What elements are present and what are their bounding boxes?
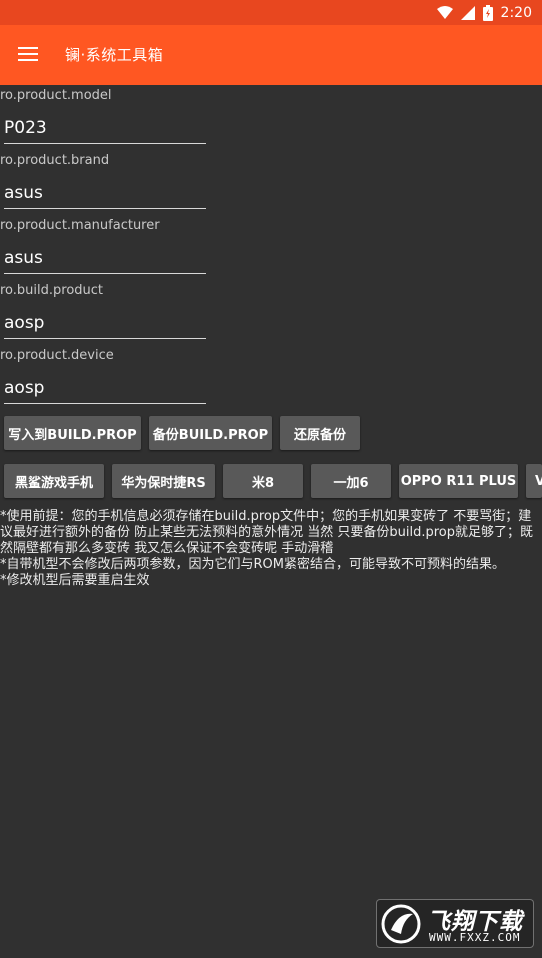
field-label: ro.product.manufacturer bbox=[0, 218, 160, 233]
preset-oppo-r11-plus-button[interactable]: OPPO R11 PLUS bbox=[399, 464, 518, 498]
preset-blackshark-button[interactable]: 黑鲨游戏手机 bbox=[4, 464, 104, 498]
battery-icon bbox=[482, 5, 493, 21]
field-label: ro.product.model bbox=[0, 88, 112, 103]
status-icons: 2:20 bbox=[436, 3, 532, 23]
field-label: ro.product.brand bbox=[0, 153, 110, 168]
preset-v-button[interactable]: V bbox=[526, 464, 542, 498]
field-label: ro.build.product bbox=[0, 283, 104, 298]
brand-input[interactable]: asus bbox=[4, 182, 206, 209]
app-title: 镧·系统工具箱 bbox=[65, 46, 164, 64]
preset-oneplus6-button[interactable]: 一加6 bbox=[311, 464, 391, 498]
signal-icon bbox=[460, 6, 475, 20]
manufacturer-input[interactable]: asus bbox=[4, 247, 206, 274]
status-time: 2:20 bbox=[500, 5, 532, 21]
wifi-icon bbox=[436, 6, 453, 19]
restore-backup-button[interactable]: 还原备份 bbox=[280, 416, 360, 450]
note-line-1: *使用前提：您的手机信息必须存储在build.prop文件中；您的手机如果变砖了… bbox=[0, 509, 534, 556]
preset-mi8-button[interactable]: 米8 bbox=[223, 464, 303, 498]
device-input[interactable]: aosp bbox=[4, 377, 206, 404]
fxxz-logo-icon bbox=[381, 904, 421, 944]
build-product-input[interactable]: aosp bbox=[4, 312, 206, 339]
note-line-2: *自带机型不会修改后两项参数，因为它们与ROM紧密结合，可能导致不可预料的结果。 bbox=[0, 557, 505, 572]
note-line-3: *修改机型后需要重启生效 bbox=[0, 573, 150, 588]
write-build-prop-button[interactable]: 写入到BUILD.PROP bbox=[4, 416, 141, 450]
backup-build-prop-button[interactable]: 备份BUILD.PROP bbox=[149, 416, 272, 450]
hamburger-menu-icon[interactable] bbox=[18, 46, 38, 62]
main-content: ro.product.model P023 ro.product.brand a… bbox=[0, 85, 542, 958]
model-input[interactable]: P023 bbox=[4, 117, 206, 144]
fxxz-watermark: 飞翔下载 WWW.FXXZ.COM bbox=[376, 899, 534, 948]
app-bar: 镧·系统工具箱 bbox=[0, 25, 542, 85]
status-bar: 2:20 bbox=[0, 0, 542, 25]
usage-notes: *使用前提：您的手机信息必须存储在build.prop文件中；您的手机如果变砖了… bbox=[0, 509, 540, 589]
watermark-url: WWW.FXXZ.COM bbox=[429, 931, 521, 944]
preset-huawei-porsche-button[interactable]: 华为保时捷RS bbox=[112, 464, 215, 498]
field-label: ro.product.device bbox=[0, 348, 114, 363]
